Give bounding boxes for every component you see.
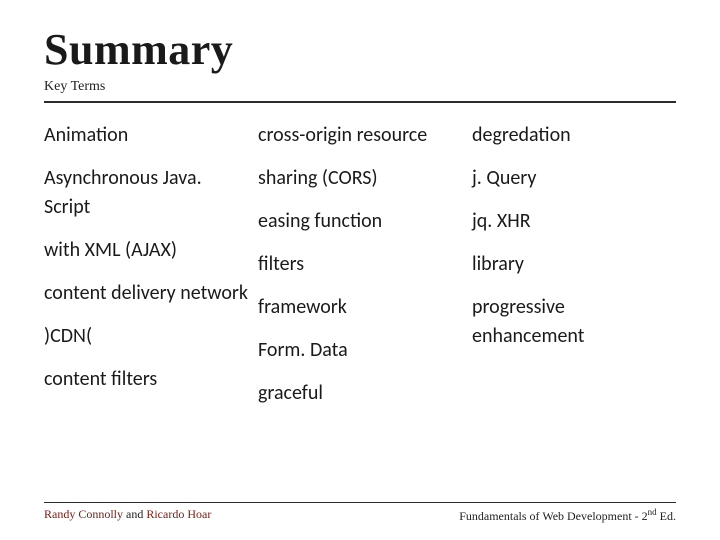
term-item: content delivery network — [44, 279, 248, 308]
term-item: Asynchronous Java. Script — [44, 164, 248, 222]
term-item: filters — [258, 250, 462, 279]
footer-left: Randy Connolly and Ricardo Hoar — [44, 507, 211, 524]
term-item: )CDN( — [44, 322, 248, 351]
term-item: Form. Data — [258, 336, 462, 365]
terms-column-1: Animation Asynchronous Java. Script with… — [44, 121, 248, 422]
term-item: Animation — [44, 121, 248, 150]
term-item: framework — [258, 293, 462, 322]
footer-row: Randy Connolly and Ricardo Hoar Fundamen… — [44, 507, 676, 524]
footer-author-1: Randy Connolly — [44, 507, 123, 521]
footer-right: Fundamentals of Web Development - 2nd Ed… — [459, 507, 676, 524]
term-item: cross-origin resource — [258, 121, 462, 150]
page-footer: Randy Connolly and Ricardo Hoar Fundamen… — [44, 502, 676, 524]
term-item: library — [472, 250, 676, 279]
footer-edition-post: Ed. — [657, 509, 676, 523]
terms-column-3: degredation j. Query jq. XHR library pro… — [472, 121, 676, 422]
term-item: j. Query — [472, 164, 676, 193]
page-subtitle: Key Terms — [44, 79, 676, 95]
horizontal-rule — [44, 101, 676, 103]
footer-author-2: Ricardo Hoar — [146, 507, 211, 521]
term-item: sharing (CORS) — [258, 164, 462, 193]
term-item: graceful — [258, 379, 462, 408]
footer-rule — [44, 502, 676, 503]
term-item: jq. XHR — [472, 207, 676, 236]
footer-book-title: Fundamentals of Web Development - 2 — [459, 509, 647, 523]
terms-column-2: cross-origin resource sharing (CORS) eas… — [258, 121, 462, 422]
footer-and: and — [123, 507, 146, 521]
footer-edition-sup: nd — [648, 507, 657, 517]
term-item: degredation — [472, 121, 676, 150]
term-item: content filters — [44, 365, 248, 394]
page-title: Summary — [44, 24, 676, 75]
term-item: progressive enhancement — [472, 293, 676, 351]
term-item: easing function — [258, 207, 462, 236]
term-item: with XML (AJAX) — [44, 236, 248, 265]
terms-columns: Animation Asynchronous Java. Script with… — [44, 121, 676, 422]
